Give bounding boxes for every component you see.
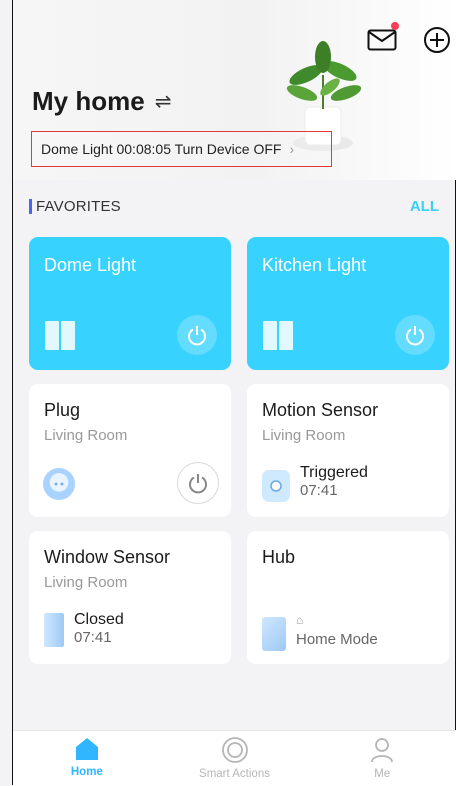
device-notice-banner[interactable]: Dome Light 00:08:05 Turn Device OFF › — [31, 131, 332, 167]
tab-label: Me — [374, 768, 391, 780]
device-name: Kitchen Light — [262, 255, 367, 275]
tab-label: Home — [70, 766, 103, 778]
device-card-window-sensor[interactable]: Window Sensor Living Room Closed 07:41 — [29, 531, 231, 664]
window-sensor-icon — [44, 613, 64, 647]
home-title-row[interactable]: My home ⇌ — [32, 86, 171, 117]
tab-label: Smart Actions — [199, 768, 270, 780]
smart-actions-icon — [221, 737, 248, 763]
device-card-kitchen-light[interactable]: Kitchen Light — [247, 237, 449, 370]
device-room: Living Room — [44, 427, 128, 444]
section-accent-bar — [29, 198, 32, 214]
hub-icon — [262, 617, 286, 651]
device-name: Hub — [262, 547, 296, 567]
power-button[interactable] — [177, 315, 217, 355]
device-name: Window Sensor — [44, 547, 171, 567]
chevron-right-icon: › — [289, 141, 295, 157]
notice-text: Dome Light 00:08:05 Turn Device OFF — [41, 141, 282, 157]
device-card-plug[interactable]: Plug Living Room — [29, 384, 231, 517]
favorites-label: FAVORITES — [36, 197, 121, 215]
device-card-dome-light[interactable]: Dome Light — [29, 237, 231, 370]
device-room: Living Room — [44, 574, 128, 591]
favorites-header: FAVORITES ALL — [29, 196, 439, 216]
home-icon — [75, 738, 98, 760]
light-switch-icon — [263, 321, 293, 350]
light-switch-icon — [45, 321, 75, 350]
tab-me[interactable]: Me — [308, 731, 456, 786]
plug-icon — [43, 468, 75, 500]
sensor-status: Triggered 07:41 — [262, 464, 368, 502]
device-name: Motion Sensor — [262, 400, 379, 420]
status-text: Closed — [74, 611, 124, 628]
home-small-icon: ⌂ — [296, 613, 304, 627]
swap-arrows-icon[interactable]: ⇌ — [155, 89, 172, 114]
unread-badge — [391, 22, 399, 30]
bottom-tab-bar: Home Smart Actions Me — [13, 730, 456, 786]
device-name: Dome Light — [44, 255, 137, 275]
tab-smart-actions[interactable]: Smart Actions — [161, 731, 309, 786]
power-icon — [188, 326, 206, 346]
sensor-status: Closed 07:41 — [44, 611, 124, 647]
hub-status: ⌂ Home Mode — [262, 611, 378, 651]
status-text: Home Mode — [296, 631, 378, 648]
device-name: Plug — [44, 400, 81, 420]
power-button[interactable] — [395, 315, 435, 355]
device-room: Living Room — [262, 427, 346, 444]
page-title: My home — [32, 86, 145, 116]
power-icon — [189, 474, 207, 494]
device-card-hub[interactable]: Hub ⌂ Home Mode — [247, 531, 449, 664]
all-link[interactable]: ALL — [410, 198, 439, 215]
status-text: Triggered — [300, 464, 368, 481]
add-circle-icon[interactable] — [420, 24, 454, 56]
power-button[interactable] — [177, 462, 219, 504]
device-card-motion-sensor[interactable]: Motion Sensor Living Room Triggered 07:4… — [247, 384, 449, 517]
status-time: 07:41 — [300, 482, 338, 499]
envelope-icon — [367, 29, 397, 51]
status-time: 07:41 — [74, 629, 112, 646]
user-icon — [371, 738, 394, 763]
power-icon — [406, 326, 424, 346]
motion-sensor-icon — [262, 470, 290, 502]
tab-home[interactable]: Home — [13, 731, 161, 786]
mail-icon[interactable] — [365, 22, 399, 56]
